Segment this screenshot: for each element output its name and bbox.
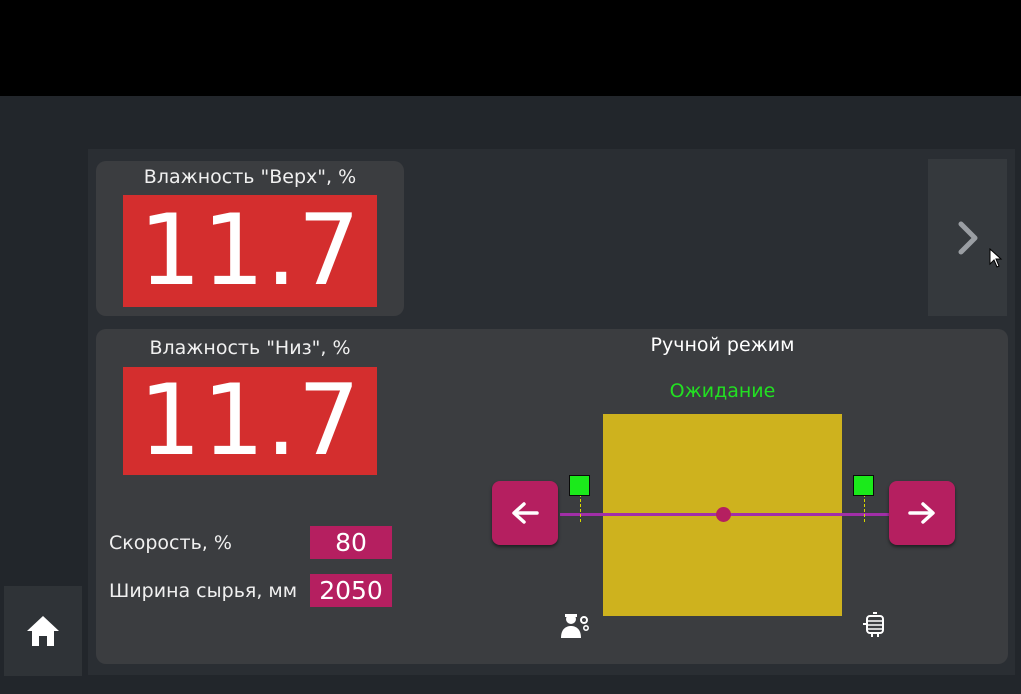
- arrow-left-icon: [512, 502, 539, 524]
- next-page-button[interactable]: [928, 159, 1007, 316]
- home-button[interactable]: [4, 586, 82, 676]
- speed-label: Скорость, %: [109, 532, 232, 554]
- left-sensor-line: [580, 494, 581, 522]
- arrow-right-icon: [908, 502, 935, 524]
- chevron-right-icon: [958, 221, 977, 254]
- left-edge-sensor: [569, 475, 590, 496]
- center-marker: [716, 507, 731, 522]
- moisture-top-label: Влажность "Верх", %: [143, 166, 357, 188]
- operator-gear-icon[interactable]: [560, 611, 590, 639]
- mouse-cursor: [989, 248, 1003, 268]
- moisture-top-value: 11.7: [123, 195, 377, 307]
- right-edge-sensor: [853, 475, 874, 496]
- home-icon: [27, 616, 59, 646]
- mode-status: Ожидание: [669, 380, 776, 402]
- move-left-button[interactable]: [492, 481, 558, 545]
- width-field[interactable]: 2050: [310, 574, 392, 607]
- top-bar: [0, 0, 1021, 96]
- moisture-bottom-value: 11.7: [123, 367, 377, 475]
- right-sensor-line: [864, 494, 865, 522]
- motor-icon[interactable]: [862, 611, 888, 639]
- width-label: Ширина сырья, мм: [109, 580, 298, 602]
- moisture-bottom-label: Влажность "Низ", %: [149, 337, 351, 359]
- mode-title: Ручной режим: [650, 334, 795, 356]
- move-right-button[interactable]: [889, 481, 955, 545]
- speed-field[interactable]: 80: [310, 526, 392, 559]
